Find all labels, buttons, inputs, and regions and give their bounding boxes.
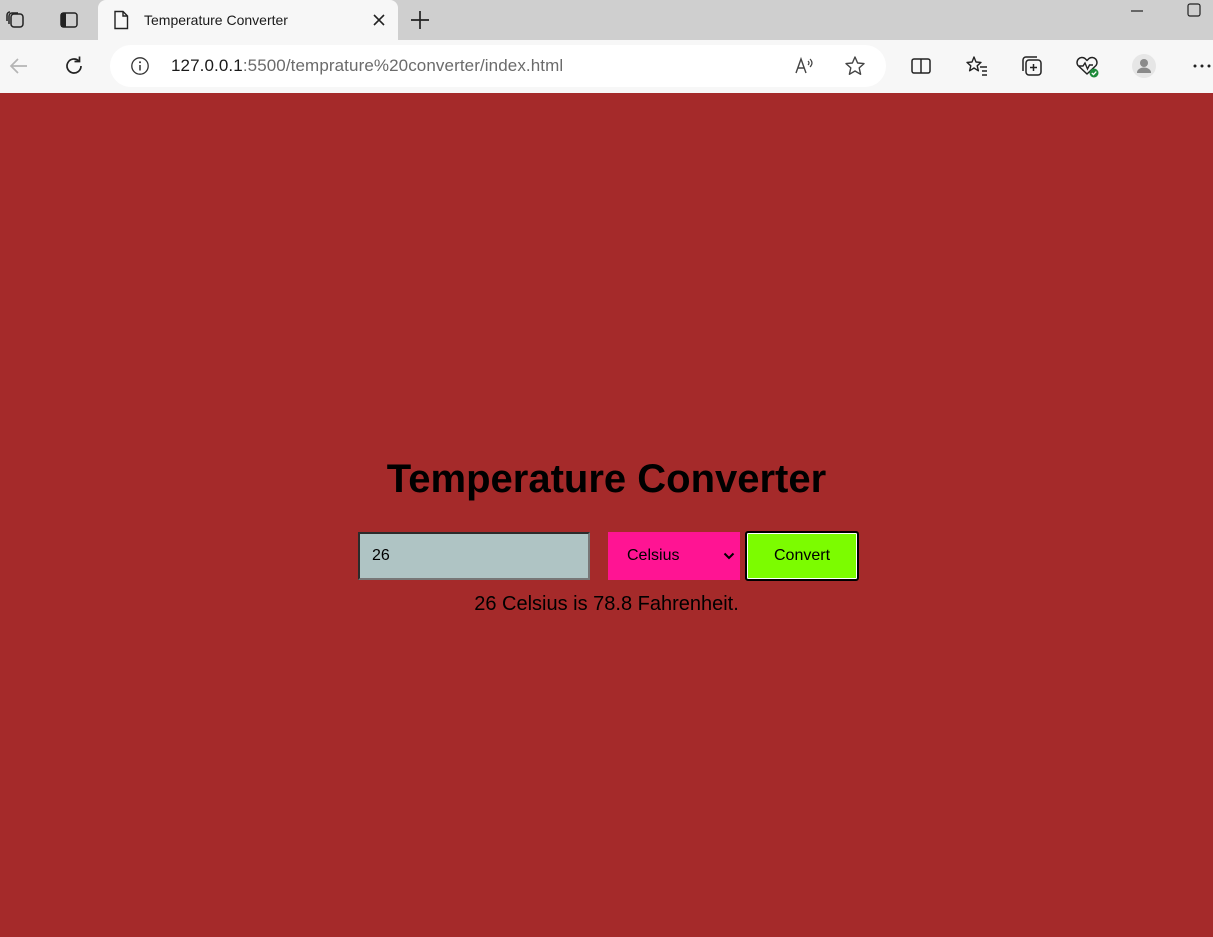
- active-tab[interactable]: Temperature Converter: [98, 0, 398, 40]
- info-icon[interactable]: [130, 56, 150, 76]
- refresh-icon: [66, 56, 82, 74]
- browser-toolbar: 127.0.0.1:5500/temprature%20converter/in…: [0, 40, 1213, 94]
- temperature-input[interactable]: [358, 532, 590, 580]
- back-button[interactable]: [6, 53, 32, 79]
- favorites-icon: [966, 56, 987, 76]
- unit-select[interactable]: Celsius: [608, 532, 740, 580]
- collections-icon: [1022, 56, 1042, 76]
- url-text[interactable]: 127.0.0.1:5500/temprature%20converter/in…: [171, 56, 563, 76]
- unit-select-value: Celsius: [627, 547, 680, 564]
- maximize-icon[interactable]: [1184, 2, 1204, 22]
- browser-window: Temperature Converter 127.0.0.1:5500/tem…: [0, 0, 1213, 937]
- tab-actions-button[interactable]: [55, 6, 83, 34]
- tab-title: Temperature Converter: [144, 12, 288, 28]
- page-icon: [114, 10, 129, 30]
- plus-icon[interactable]: [406, 6, 434, 34]
- conversion-result: 26 Celsius is 78.8 Fahrenheit.: [474, 593, 739, 615]
- more-button[interactable]: [1189, 53, 1213, 79]
- workspaces-icon: [6, 11, 24, 28]
- profile-icon: [1132, 54, 1156, 78]
- address-bar[interactable]: 127.0.0.1:5500/temprature%20converter/in…: [110, 45, 886, 87]
- refresh-button[interactable]: [61, 53, 87, 79]
- tab-strip: Temperature Converter: [0, 0, 1213, 40]
- chevron-down-icon: [723, 552, 735, 560]
- tab-actions-icon: [60, 12, 78, 28]
- page-title: Temperature Converter: [386, 457, 827, 501]
- convert-button[interactable]: Convert: [745, 531, 859, 581]
- page-content: Temperature Converter Celsius Convert 26…: [0, 93, 1213, 937]
- star-icon[interactable]: [844, 55, 866, 77]
- read-aloud-icon[interactable]: [794, 55, 816, 77]
- profile-button[interactable]: [1131, 53, 1157, 79]
- split-screen-icon: [911, 58, 931, 74]
- workspaces-button[interactable]: [2, 6, 30, 34]
- close-icon[interactable]: [370, 11, 388, 29]
- url-host: 127.0.0.1: [171, 56, 243, 75]
- browser-essentials-button[interactable]: [1074, 53, 1100, 79]
- more-icon: [1193, 64, 1211, 68]
- back-arrow-icon: [9, 58, 27, 74]
- collections-button[interactable]: [1019, 53, 1045, 79]
- favorites-button[interactable]: [964, 53, 990, 79]
- minimize-icon[interactable]: [1127, 2, 1147, 22]
- url-path: :5500/temprature%20converter/index.html: [242, 56, 564, 75]
- heartbeat-icon: [1076, 56, 1099, 78]
- split-screen-button[interactable]: [908, 53, 934, 79]
